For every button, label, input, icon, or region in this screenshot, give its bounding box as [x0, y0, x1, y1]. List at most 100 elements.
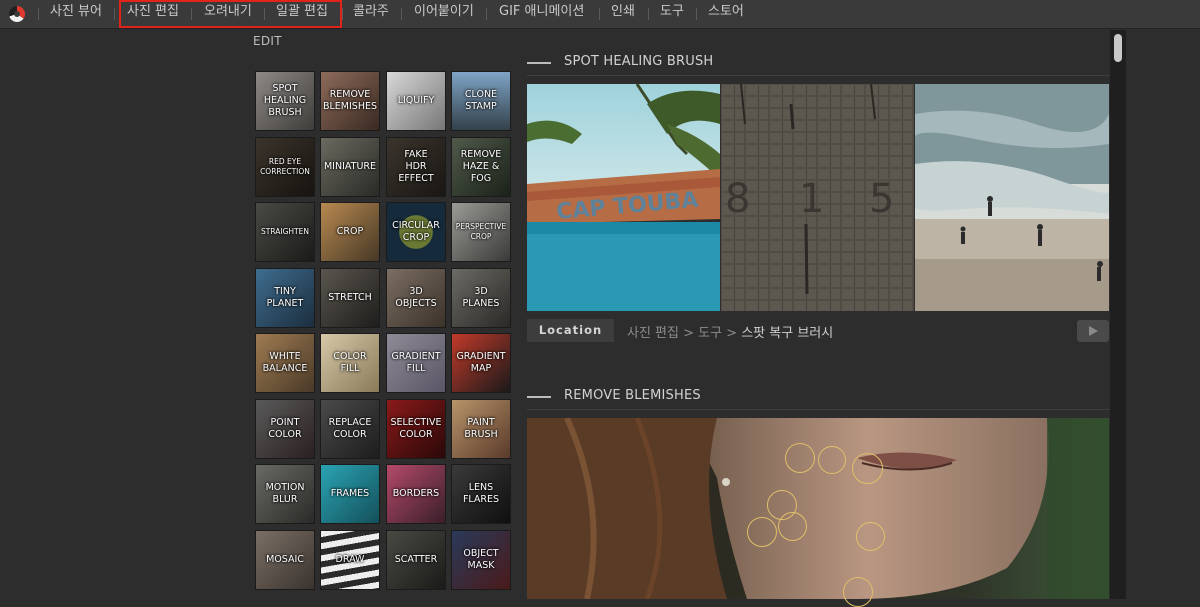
brick-wall-photo: 8 1 5 [721, 84, 914, 311]
wall-number: 1 [799, 176, 824, 222]
edit-tool-label: MOTION BLUR [265, 482, 305, 505]
section-title-remove-blemishes: REMOVE BLEMISHES [564, 388, 701, 403]
edit-tool-tile[interactable]: REPLACE COLOR [320, 399, 380, 459]
edit-tool-label: GRADIENT MAP [456, 351, 506, 374]
nav-separator [486, 8, 487, 20]
nav-separator [114, 8, 115, 20]
blemish-marker [818, 446, 846, 474]
edit-tool-label: REPLACE COLOR [328, 417, 372, 440]
blemish-marker [778, 512, 807, 541]
edit-tool-tile[interactable]: 3D OBJECTS [386, 268, 446, 328]
edit-tool-tile[interactable]: PERSPECTIVE CROP [451, 202, 511, 262]
edit-tool-label: LIQUIFY [397, 95, 435, 106]
nav-tools[interactable]: 도구 [660, 0, 684, 28]
blemish-marker [785, 443, 815, 473]
nav-combine[interactable]: 이어붙이기 [414, 0, 474, 28]
edit-tool-tile[interactable]: TINY PLANET [255, 268, 315, 328]
edit-tool-tile[interactable]: STRAIGHTEN [255, 202, 315, 262]
nav-photo-viewer[interactable]: 사진 뷰어 [50, 0, 102, 28]
beach-photo [915, 84, 1109, 311]
edit-tool-label: TINY PLANET [266, 286, 304, 309]
edit-tool-tile[interactable]: OBJECT MASK [451, 530, 511, 590]
edit-tool-label: BORDERS [392, 488, 440, 499]
edit-tool-label: FAKE HDR EFFECT [398, 149, 434, 184]
edit-tool-tile[interactable]: GRADIENT FILL [386, 333, 446, 393]
section-divider [527, 75, 1110, 76]
wall-number: 8 [725, 176, 750, 222]
edit-tool-tile[interactable]: LENS FLARES [451, 464, 511, 524]
blemish-marker [747, 517, 777, 547]
section-divider [527, 409, 1110, 410]
edit-tool-tile[interactable]: POINT COLOR [255, 399, 315, 459]
edit-tool-tile[interactable]: CROP [320, 202, 380, 262]
edit-tool-tile[interactable]: MOSAIC [255, 530, 315, 590]
edit-tool-tile[interactable]: COLOR FILL [320, 333, 380, 393]
edit-tool-tile[interactable]: REMOVE HAZE & FOG [451, 137, 511, 197]
edit-tool-label: RED EYE CORRECTION [260, 157, 310, 176]
nav-separator [38, 8, 39, 20]
edit-tool-tile[interactable]: CLONE STAMP [451, 71, 511, 131]
edit-tool-label: SCATTER [394, 554, 438, 565]
face-photo [527, 418, 1109, 599]
nav-gif-animation[interactable]: GIF 애니메이션 [499, 0, 584, 28]
play-video-button[interactable] [1077, 320, 1109, 342]
edit-tool-tile[interactable]: FRAMES [320, 464, 380, 524]
edit-tool-tile[interactable]: CIRCULAR CROP [386, 202, 446, 262]
edit-tool-label: SPOT HEALING BRUSH [263, 83, 307, 118]
nav-separator [342, 8, 343, 20]
edit-tool-label: GRADIENT FILL [391, 351, 441, 374]
scrollbar-thumb[interactable] [1114, 34, 1122, 62]
edit-tool-tile[interactable]: SCATTER [386, 530, 446, 590]
nav-store[interactable]: 스토어 [708, 0, 744, 28]
edit-tool-label: MINIATURE [323, 161, 377, 172]
nav-collage[interactable]: 콜라주 [353, 0, 389, 28]
edit-tool-label: PERSPECTIVE CROP [455, 222, 507, 241]
edit-tool-label: SELECTIVE COLOR [390, 417, 442, 440]
edit-tool-tile[interactable]: PAINT BRUSH [451, 399, 511, 459]
highlight-box [119, 0, 342, 28]
scrollbar-track[interactable] [1110, 30, 1126, 599]
nav-separator [401, 8, 402, 20]
blemish-marker [856, 522, 885, 551]
edit-tool-label: CIRCULAR CROP [392, 220, 440, 243]
edit-tool-tile[interactable]: LIQUIFY [386, 71, 446, 131]
wall-number: 5 [869, 176, 894, 222]
edit-tool-tile[interactable]: REMOVE BLEMISHES [320, 71, 380, 131]
edit-tool-tile[interactable]: SELECTIVE COLOR [386, 399, 446, 459]
nav-separator [648, 8, 649, 20]
edit-tool-label: FRAMES [330, 488, 370, 499]
section-title-line [527, 396, 551, 398]
edit-tool-tile[interactable]: MINIATURE [320, 137, 380, 197]
edit-tool-tile[interactable]: GRADIENT MAP [451, 333, 511, 393]
edit-tool-tile[interactable]: BORDERS [386, 464, 446, 524]
edit-tool-label: COLOR FILL [333, 351, 367, 374]
app-logo-icon[interactable] [9, 6, 25, 22]
edit-tool-label: DRAW [335, 554, 365, 565]
location-button[interactable]: Location [527, 319, 614, 342]
blemish-marker [852, 453, 883, 484]
edit-tool-label: CROP [336, 226, 364, 237]
edit-tool-tile[interactable]: FAKE HDR EFFECT [386, 137, 446, 197]
edit-panel-title: EDIT [253, 34, 282, 48]
edit-tool-label: STRAIGHTEN [261, 227, 309, 236]
edit-tool-label: REMOVE HAZE & FOG [460, 149, 502, 184]
nav-print[interactable]: 인쇄 [611, 0, 635, 28]
edit-tool-tile[interactable]: STRETCH [320, 268, 380, 328]
edit-tool-tile[interactable]: MOTION BLUR [255, 464, 315, 524]
edit-tool-tile[interactable]: SPOT HEALING BRUSH [255, 71, 315, 131]
edit-tool-tile[interactable]: 3D PLANES [451, 268, 511, 328]
edit-tool-label: CLONE STAMP [464, 89, 498, 112]
edit-tool-label: MOSAIC [266, 554, 304, 565]
edit-tool-tile[interactable]: WHITE BALANCE [255, 333, 315, 393]
edit-tool-label: POINT COLOR [268, 417, 302, 440]
boat-photo: CAP TOUBA [527, 84, 720, 311]
edit-tool-tile[interactable]: DRAW [320, 530, 380, 590]
edit-tool-tile[interactable]: RED EYE CORRECTION [255, 137, 315, 197]
edit-tool-label: STRETCH [328, 292, 372, 303]
edit-tool-label: OBJECT MASK [463, 548, 499, 571]
edit-tool-label: 3D OBJECTS [395, 286, 437, 309]
section-title-spot-healing: SPOT HEALING BRUSH [564, 54, 714, 69]
edit-tool-label: LENS FLARES [462, 482, 500, 505]
breadcrumb-path[interactable]: 사진 편집 > 도구 > [627, 326, 741, 341]
edit-tool-label: PAINT BRUSH [464, 417, 498, 440]
